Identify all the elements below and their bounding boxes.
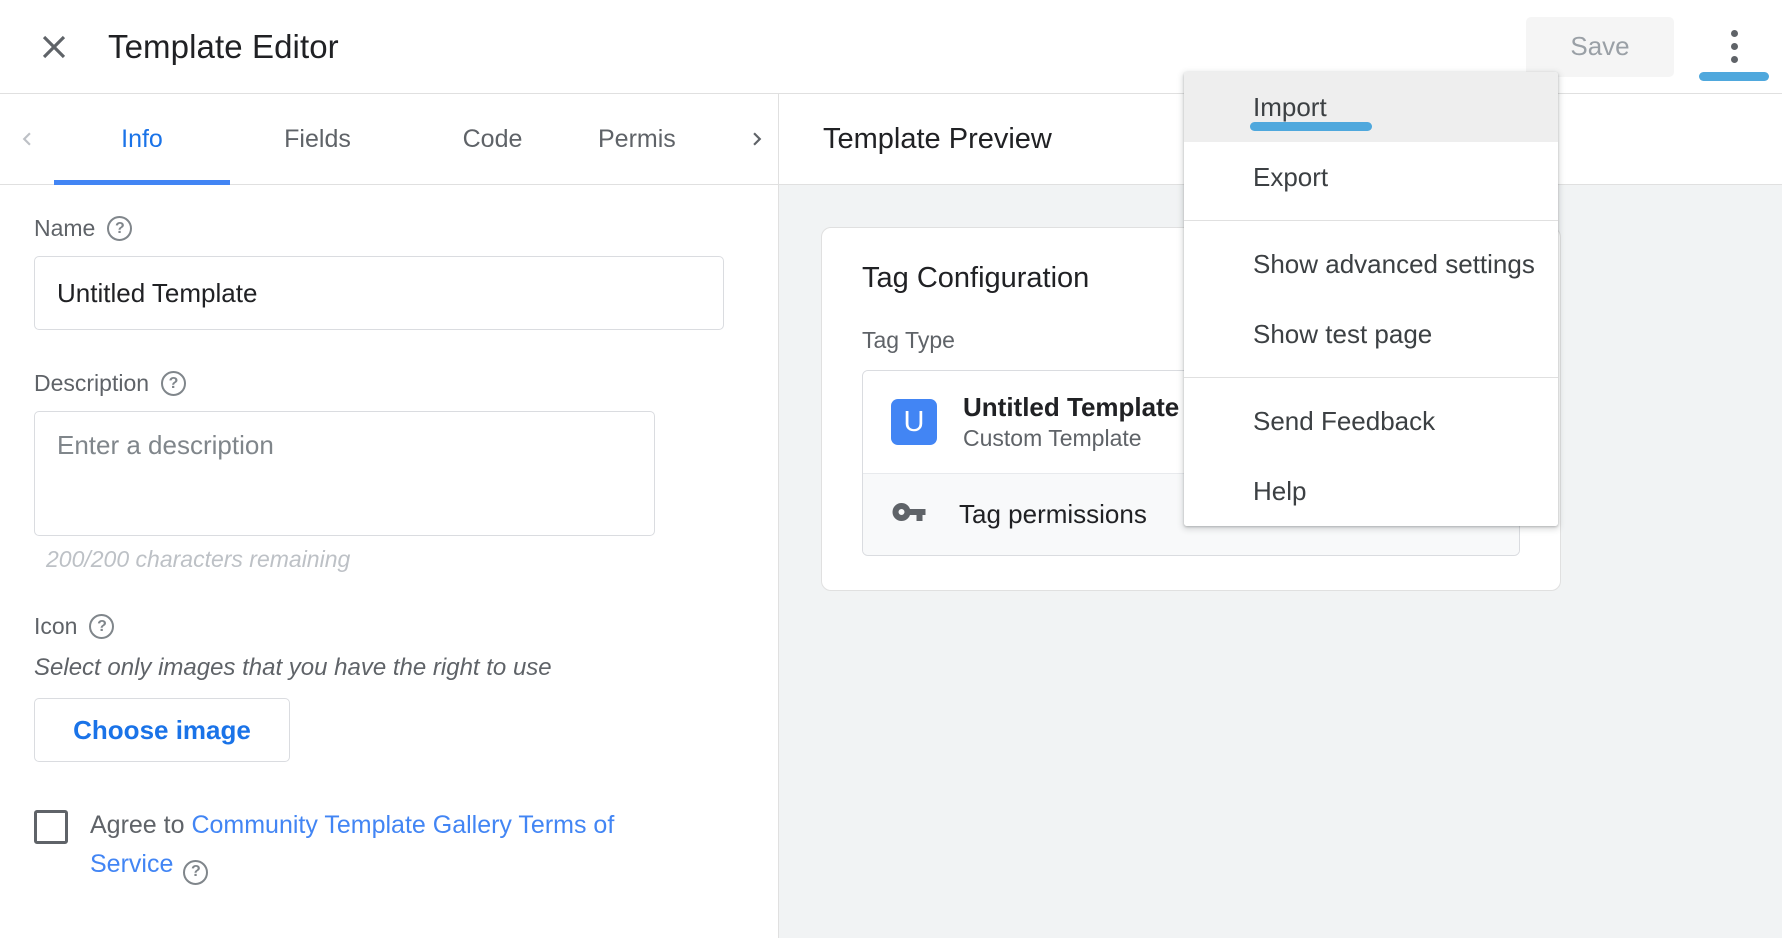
description-field-label: Description ? (34, 370, 744, 397)
tab-info[interactable]: Info (54, 94, 230, 185)
more-vert-icon[interactable] (1699, 17, 1769, 81)
overflow-menu: Import Export Show advanced settings Sho… (1184, 72, 1558, 526)
name-input[interactable] (34, 256, 724, 330)
page-title: Template Editor (108, 28, 339, 65)
info-form: Name ? Description ? 200/200 characters … (0, 185, 778, 885)
menu-item-show-advanced-settings[interactable]: Show advanced settings (1184, 229, 1558, 299)
icon-label-text: Icon (34, 613, 78, 639)
close-icon[interactable] (22, 15, 86, 79)
menu-item-help[interactable]: Help (1184, 456, 1558, 526)
menu-item-show-test-page[interactable]: Show test page (1184, 299, 1558, 369)
icon-field-label: Icon ? (34, 613, 744, 640)
help-circle-icon[interactable]: ? (89, 614, 115, 639)
terms-text: Agree to Community Template Gallery Term… (90, 806, 650, 885)
tag-permissions-label: Tag permissions (959, 499, 1147, 530)
choose-image-button[interactable]: Choose image (34, 698, 290, 762)
tab-bar: Info Fields Code Permis (0, 94, 778, 185)
menu-item-export[interactable]: Export (1184, 142, 1558, 212)
tag-name: Untitled Template (963, 392, 1180, 422)
chevron-right-icon[interactable] (730, 94, 784, 185)
help-circle-icon[interactable]: ? (161, 371, 187, 396)
left-panel: Info Fields Code Permis Name ? Untitled … (0, 94, 779, 938)
template-avatar: U (891, 399, 937, 446)
annotation-underline-import (1250, 122, 1372, 131)
save-button[interactable]: Save (1526, 16, 1674, 77)
menu-divider (1184, 377, 1558, 378)
more-vert-glyph (1730, 30, 1738, 63)
terms-agreement-row: Agree to Community Template Gallery Term… (34, 806, 744, 885)
key-icon (891, 494, 927, 535)
tag-subtitle: Custom Template (963, 424, 1142, 451)
tag-type-text: Untitled Template Custom Template (963, 391, 1179, 453)
terms-prefix: Agree to (90, 811, 192, 839)
annotation-underline-menu (1699, 71, 1769, 81)
template-editor-window: Template Editor Save Info Fields Code Pe… (0, 0, 1782, 938)
tab-fields[interactable]: Fields (230, 94, 405, 185)
help-circle-icon[interactable]: ? (107, 216, 133, 241)
menu-item-send-feedback[interactable]: Send Feedback (1184, 386, 1558, 456)
menu-divider (1184, 220, 1558, 221)
name-label-text: Name (34, 215, 96, 241)
menu-item-import-label: Import (1253, 91, 1327, 122)
chevron-left-icon[interactable] (0, 94, 54, 185)
icon-rights-note: Select only images that you have the rig… (34, 654, 552, 681)
character-counter: 200/200 characters remaining (46, 546, 351, 572)
header-actions: Save (1526, 16, 1782, 81)
description-label-text: Description (34, 370, 150, 396)
tab-code[interactable]: Code (405, 94, 580, 185)
description-textarea[interactable] (34, 411, 655, 536)
terms-checkbox[interactable] (34, 810, 68, 844)
name-field-label: Name ? (34, 215, 744, 242)
tab-permissions[interactable]: Permis (580, 94, 730, 185)
menu-item-import[interactable]: Import (1184, 72, 1558, 142)
help-circle-icon[interactable]: ? (183, 859, 209, 885)
